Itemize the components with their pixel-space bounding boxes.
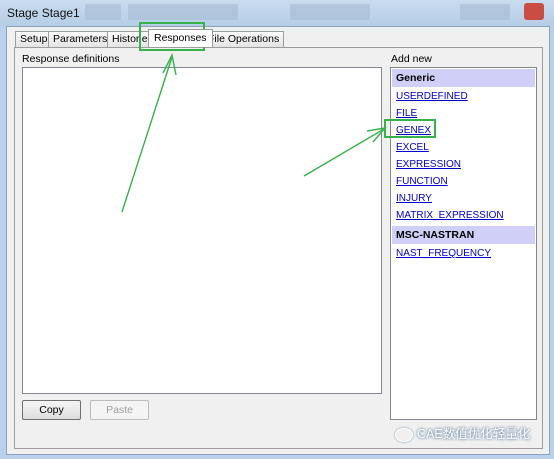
response-definitions-label: Response definitions [22, 53, 120, 65]
add-matrix-expression-link[interactable]: MATRIX_EXPRESSION [392, 207, 536, 224]
copy-button[interactable]: Copy [22, 400, 81, 420]
title-bar: Stage Stage1 [0, 0, 554, 26]
add-function-link[interactable]: FUNCTION [392, 173, 536, 190]
group-header-msc-nastran: MSC-NASTRAN [392, 226, 535, 244]
tab-setup[interactable]: Setup [15, 31, 53, 47]
tab-parameters[interactable]: Parameters [48, 31, 113, 47]
blurred-toolbar-region [85, 4, 121, 20]
close-window-icon[interactable] [524, 3, 544, 20]
watermark-text: CAE数值优化轻量化 [417, 427, 531, 441]
add-excel-link[interactable]: EXCEL [392, 139, 536, 156]
response-definitions-list[interactable] [22, 67, 382, 394]
window-title: Stage Stage1 [7, 6, 80, 20]
genex-highlight [384, 119, 436, 138]
dialog-client-area: Setup Parameters Histories Responses Fil… [6, 26, 550, 455]
blurred-toolbar-region [128, 4, 238, 20]
responses-panel: Response definitions Copy Paste Add new … [14, 47, 543, 449]
paste-button[interactable]: Paste [90, 400, 149, 420]
blurred-toolbar-region [460, 4, 510, 20]
add-userdefined-link[interactable]: USERDEFINED [392, 88, 536, 105]
wechat-icon [395, 427, 413, 442]
group-header-generic: Generic [392, 69, 535, 87]
tab-file-operations[interactable]: File Operations [203, 31, 285, 47]
add-injury-link[interactable]: INJURY [392, 190, 536, 207]
tab-responses[interactable]: Responses [148, 29, 213, 47]
blurred-toolbar-region [290, 4, 370, 20]
watermark: CAE数值优化轻量化 [395, 424, 550, 444]
add-nast-frequency-link[interactable]: NAST_FREQUENCY [392, 245, 536, 262]
add-expression-link[interactable]: EXPRESSION [392, 156, 536, 173]
add-new-label: Add new [391, 53, 432, 65]
